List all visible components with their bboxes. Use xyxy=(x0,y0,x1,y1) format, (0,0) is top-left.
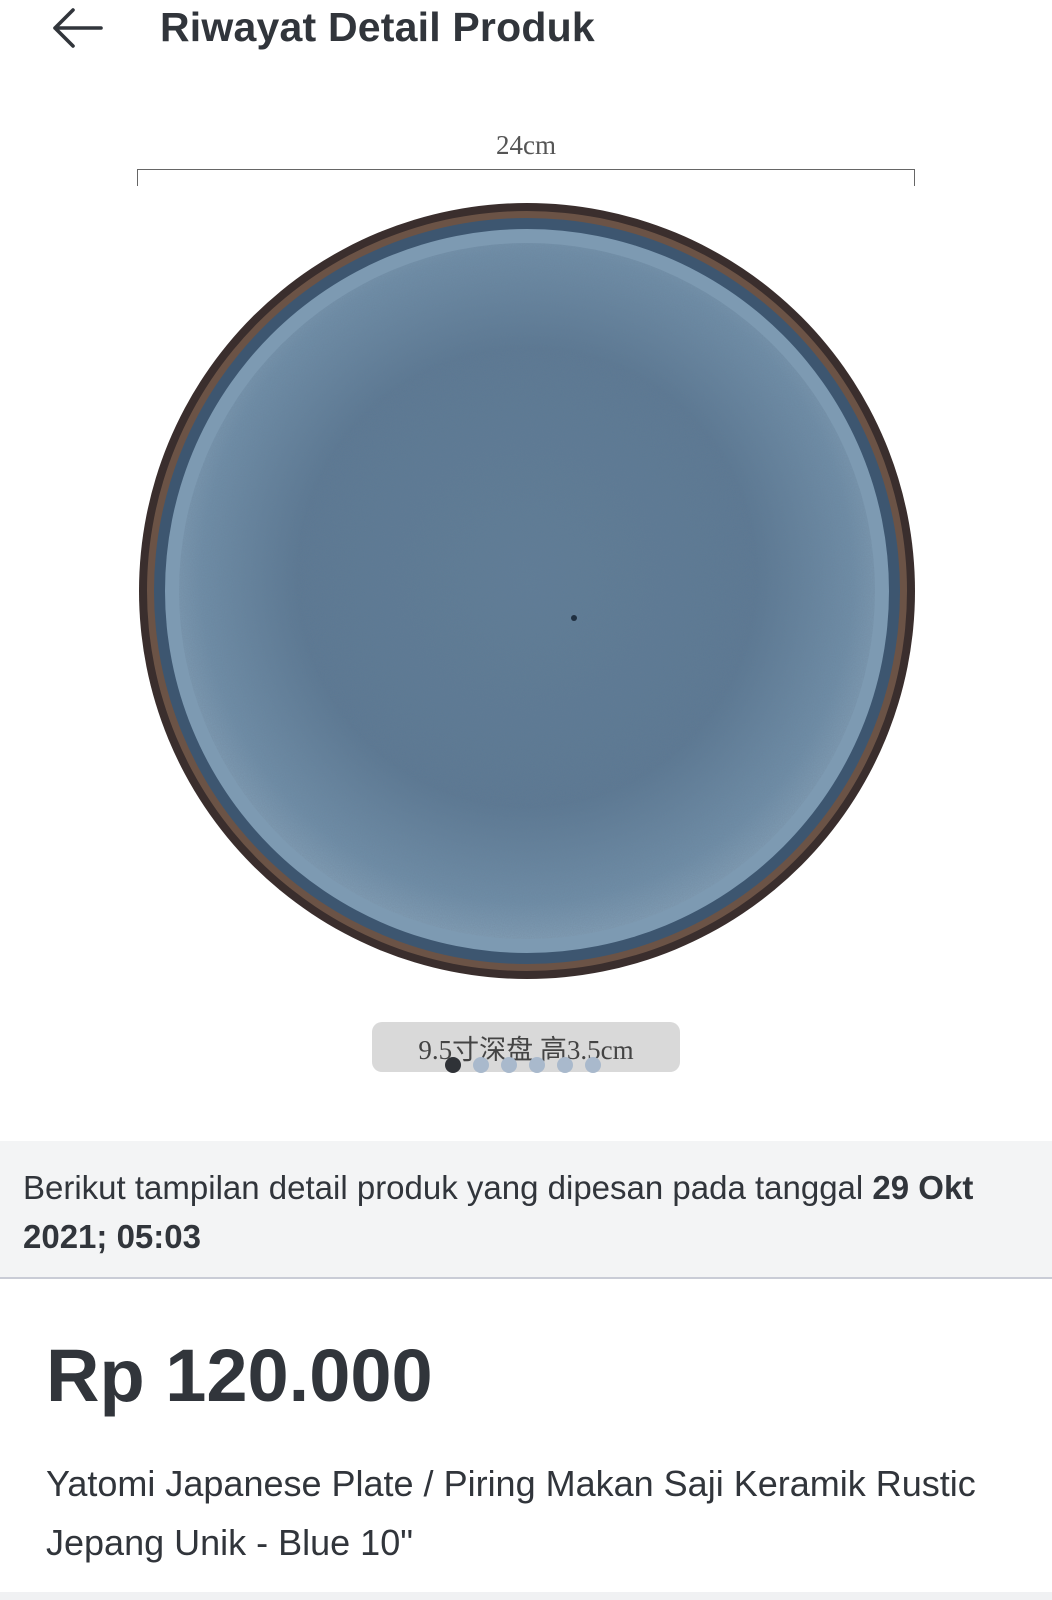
carousel-dot[interactable] xyxy=(445,1057,461,1073)
carousel-dot[interactable] xyxy=(473,1057,489,1073)
product-price: Rp 120.000 xyxy=(46,1334,433,1417)
arrow-left-icon xyxy=(53,8,103,48)
carousel-dot[interactable] xyxy=(529,1057,545,1073)
carousel-dot[interactable] xyxy=(585,1057,601,1073)
order-info-banner: Berikut tampilan detail produk yang dipe… xyxy=(0,1141,1052,1279)
carousel-indicators xyxy=(445,1057,601,1077)
page-title: Riwayat Detail Produk xyxy=(160,4,595,50)
carousel-dot[interactable] xyxy=(501,1057,517,1073)
dimension-label: 24cm xyxy=(496,130,556,160)
header: Riwayat Detail Produk xyxy=(0,0,1052,60)
back-button[interactable] xyxy=(42,0,112,56)
product-image-plate xyxy=(139,203,915,979)
dimension-line xyxy=(137,169,915,186)
order-info-prefix: Berikut tampilan detail produk yang dipe… xyxy=(23,1169,873,1206)
divider xyxy=(0,1592,1052,1600)
order-info-text: Berikut tampilan detail produk yang dipe… xyxy=(23,1163,1023,1261)
product-image-carousel[interactable]: 24cm 9.5寸深盘 高3.5cm xyxy=(0,110,1052,1110)
carousel-dot[interactable] xyxy=(557,1057,573,1073)
product-name: Yatomi Japanese Plate / Piring Makan Saj… xyxy=(46,1463,976,1563)
